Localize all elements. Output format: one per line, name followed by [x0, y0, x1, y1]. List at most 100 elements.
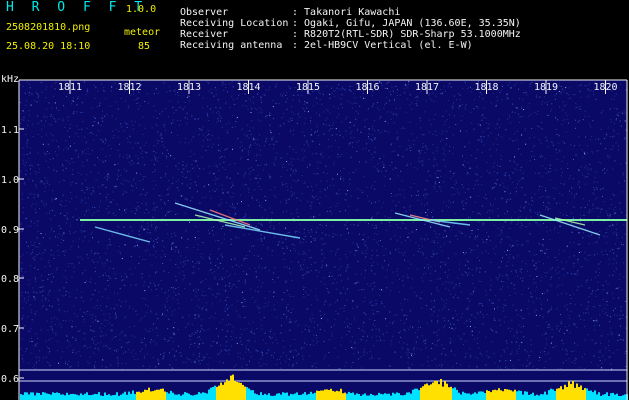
signal-bar: [110, 395, 112, 400]
signal-bar: [274, 395, 276, 400]
signal-bar: [558, 388, 560, 400]
signal-bar: [600, 395, 602, 400]
signal-bar: [92, 394, 94, 400]
signal-bar: [190, 395, 192, 400]
signal-bar: [44, 392, 46, 400]
app-version: 1.0.0: [126, 4, 157, 15]
signal-bar: [154, 390, 156, 400]
signal-bar: [546, 394, 548, 400]
signal-bar: [306, 394, 308, 400]
signal-bar: [312, 393, 314, 400]
y-unit-label: kHz: [1, 75, 19, 85]
signal-bar: [74, 394, 76, 400]
signal-bar: [466, 393, 468, 400]
signal-bar: [314, 392, 316, 400]
signal-bar: [472, 393, 474, 400]
signal-bar: [530, 394, 532, 400]
signal-bar: [612, 392, 614, 400]
signal-bar: [504, 389, 506, 400]
info-value-antenna: : 2el-HB9CV Vertical (el. E-W): [292, 40, 473, 51]
signal-bar: [238, 382, 240, 400]
signal-bar: [232, 374, 234, 400]
signal-bar: [464, 392, 466, 400]
signal-bar: [490, 392, 492, 400]
signal-bar: [354, 394, 356, 400]
signal-bar: [298, 395, 300, 400]
signal-bar: [252, 390, 254, 400]
signal-bar: [100, 395, 102, 400]
signal-bar: [452, 388, 454, 400]
signal-bar: [398, 393, 400, 400]
signal-bar: [620, 396, 622, 400]
signal-bar: [170, 390, 172, 400]
signal-bar: [492, 390, 494, 400]
signal-bar: [596, 394, 598, 400]
signal-bar: [374, 395, 376, 400]
signal-bar: [404, 394, 406, 400]
signal-bar: [462, 391, 464, 400]
signal-bar: [470, 394, 472, 400]
signal-bar: [292, 394, 294, 400]
signal-bar: [474, 392, 476, 400]
signal-bar: [272, 395, 274, 400]
spectrogram-svg: kHz 1811 1812 1813 1814 1815 1816 1817 1818 1819…: [1, 75, 628, 400]
signal-bar: [136, 391, 138, 400]
signal-bar: [372, 394, 374, 400]
signal-bar: [604, 394, 606, 400]
signal-bar: [412, 389, 414, 400]
signal-bar: [60, 394, 62, 400]
signal-bar: [544, 391, 546, 400]
signal-bar: [316, 390, 318, 400]
signal-bar: [24, 392, 26, 400]
signal-bar: [610, 393, 612, 400]
signal-bar: [622, 395, 624, 400]
signal-bar: [280, 394, 282, 400]
signal-bar: [396, 392, 398, 400]
signal-bar: [160, 388, 162, 400]
signal-bar: [310, 391, 312, 400]
signal-bar: [186, 392, 188, 400]
signal-bar: [150, 391, 152, 400]
header-panel: H R O F F T 1.0.0 2508201810.png meteor …: [0, 0, 629, 75]
signal-bar: [480, 391, 482, 400]
signal-bar: [256, 394, 258, 400]
signal-bar: [28, 394, 30, 400]
signal-bar: [440, 379, 442, 400]
signal-bar: [444, 381, 446, 400]
signal-bar: [262, 395, 264, 400]
signal-bar: [520, 390, 522, 400]
signal-bar: [30, 392, 32, 400]
signal-bar: [34, 395, 36, 400]
signal-bar: [68, 394, 70, 400]
signal-bar: [222, 384, 224, 400]
signal-bar: [48, 393, 50, 400]
signal-bar: [346, 393, 348, 400]
signal-bar: [438, 384, 440, 400]
signal-bar: [254, 393, 256, 400]
signal-bar: [406, 392, 408, 400]
signal-bar: [564, 384, 566, 400]
signal-bar: [270, 395, 272, 400]
signal-bar: [242, 384, 244, 400]
signal-bar: [562, 389, 564, 400]
signal-bar: [528, 394, 530, 400]
signal-bar: [214, 385, 216, 400]
freq-tick-label: 1.0: [1, 175, 19, 186]
signal-bar: [394, 393, 396, 400]
signal-bar: [188, 393, 190, 400]
signal-bar: [304, 392, 306, 400]
signal-bar: [330, 388, 332, 400]
signal-bar: [180, 395, 182, 400]
signal-bar: [416, 388, 418, 400]
signal-bar: [352, 392, 354, 400]
signal-bar: [70, 394, 72, 400]
signal-bar: [476, 393, 478, 400]
signal-bar: [422, 386, 424, 400]
signal-bar: [198, 392, 200, 400]
signal-bar: [414, 388, 416, 400]
signal-bar: [502, 391, 504, 400]
freq-tick-label: 1.1: [1, 125, 19, 136]
signal-bar: [22, 394, 24, 400]
signal-bar: [56, 392, 58, 400]
signal-bar: [568, 381, 570, 400]
